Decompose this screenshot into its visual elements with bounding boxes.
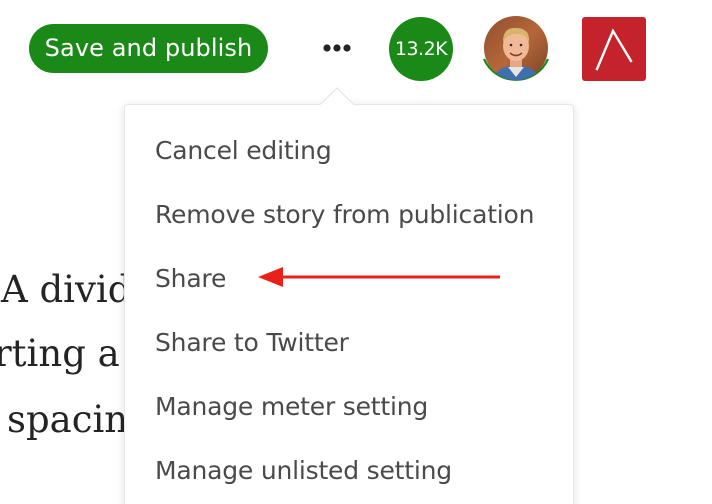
menu-item-remove-from-publication[interactable]: Remove story from publication (155, 199, 534, 231)
ellipsis-horizontal-icon (323, 44, 351, 52)
menu-item-manage-meter[interactable]: Manage meter setting (155, 391, 428, 423)
annotation-arrow-icon (255, 264, 503, 290)
save-and-publish-button[interactable]: Save and publish (29, 24, 268, 73)
publication-logo-icon (595, 28, 633, 71)
more-options-menu: Cancel editing Remove story from publica… (124, 104, 574, 504)
menu-item-manage-unlisted[interactable]: Manage unlisted setting (155, 455, 452, 487)
menu-item-share-to-twitter[interactable]: Share to Twitter (155, 327, 349, 359)
menu-pointer-caret (320, 86, 354, 106)
menu-item-cancel-editing[interactable]: Cancel editing (155, 135, 332, 167)
article-text-line: A divid (1, 268, 132, 311)
more-options-button[interactable] (316, 30, 358, 66)
avatar[interactable] (478, 13, 554, 89)
menu-item-share[interactable]: Share (155, 263, 226, 295)
publication-logo[interactable] (582, 17, 646, 81)
user-avatar-photo (482, 16, 550, 81)
notification-count-badge[interactable]: 13.2K (389, 17, 453, 81)
